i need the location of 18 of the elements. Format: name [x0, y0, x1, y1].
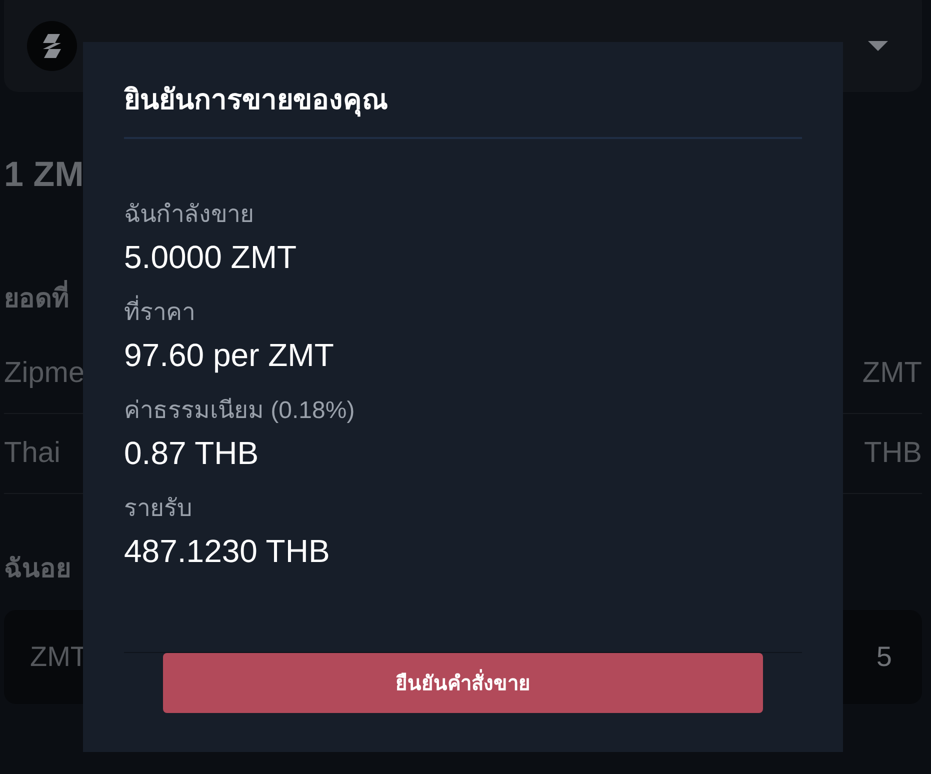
- asset-amount: ZMT: [862, 357, 922, 390]
- rate-heading: 1 ZM: [4, 154, 84, 196]
- detail-value: 5.0000 ZMT: [124, 239, 297, 275]
- sell-heading: ฉันอย: [4, 552, 71, 585]
- amount-value: 5: [876, 641, 892, 673]
- asset-amount: THB: [864, 437, 922, 470]
- detail-value: 487.1230 THB: [124, 533, 330, 569]
- detail-label: ที่ราคา: [124, 297, 195, 329]
- asset-name: Thai: [4, 437, 60, 470]
- detail-value: 97.60 per ZMT: [124, 337, 334, 373]
- asset-name: Zipme: [4, 357, 85, 390]
- dialog-title: ยินยันการขายของคุณ: [124, 83, 388, 119]
- detail-label: ฉันกำลังขาย: [124, 200, 254, 230]
- detail-label: ค่าธรรมเนียม (0.18%): [124, 396, 355, 426]
- unit-label: ZMT: [30, 641, 88, 673]
- detail-value: 0.87 THB: [124, 435, 259, 471]
- detail-label: รายรับ: [124, 494, 192, 524]
- balance-heading: ยอดที่: [4, 278, 69, 318]
